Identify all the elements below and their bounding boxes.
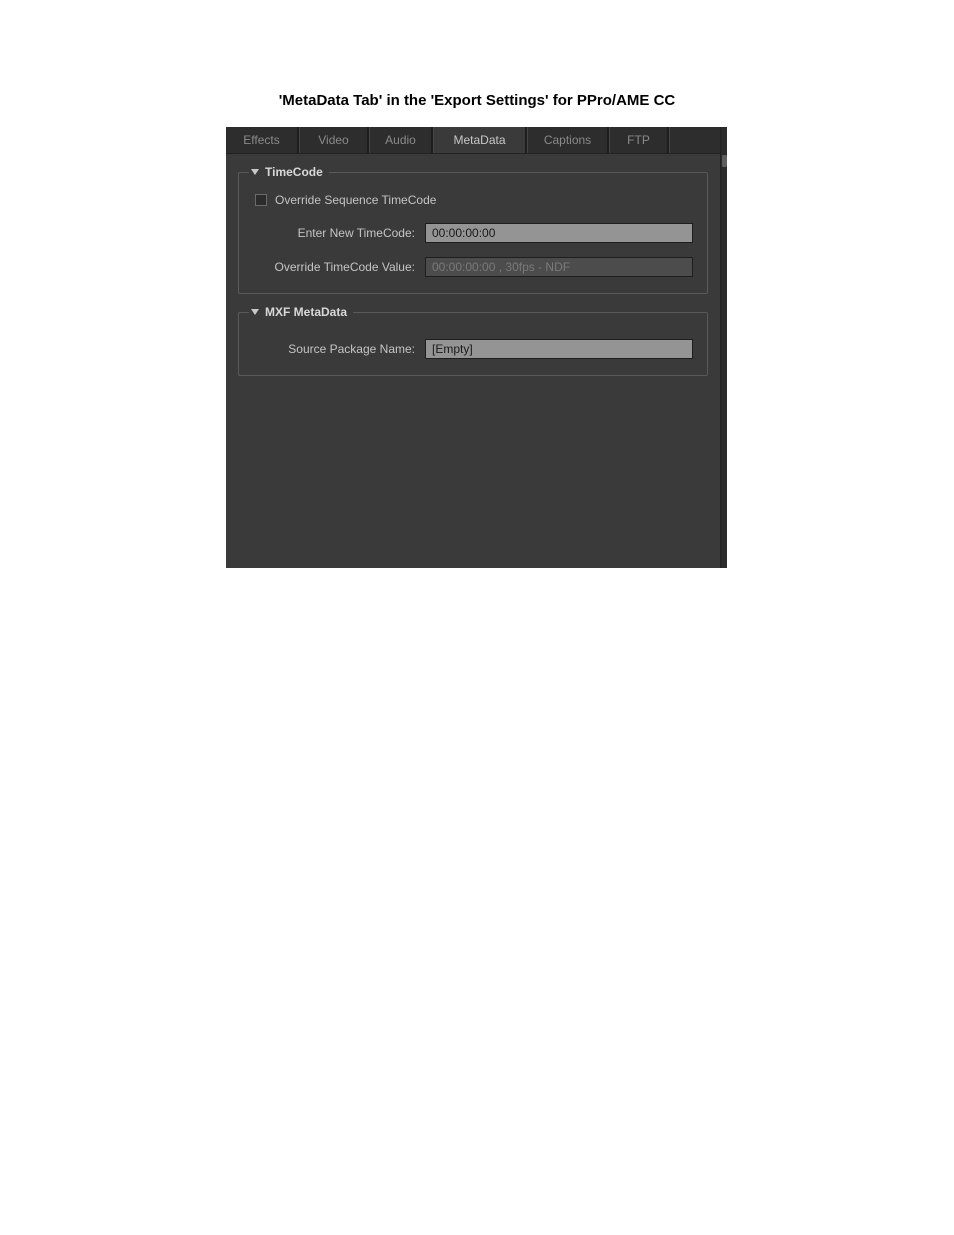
- tab-audio[interactable]: Audio: [370, 127, 432, 153]
- scrollbar-handle[interactable]: [722, 155, 727, 167]
- override-sequence-row: Override Sequence TimeCode: [255, 193, 693, 207]
- tab-metadata[interactable]: MetaData: [434, 127, 526, 153]
- panel-main: Effects Video Audio MetaData Captions FT…: [226, 127, 720, 568]
- source-package-label: Source Package Name:: [253, 342, 425, 356]
- mxf-legend-label: MXF MetaData: [265, 305, 347, 319]
- override-sequence-checkbox[interactable]: [255, 194, 267, 206]
- tab-bar: Effects Video Audio MetaData Captions FT…: [226, 127, 720, 154]
- tab-ftp[interactable]: FTP: [610, 127, 668, 153]
- panel-body: TimeCode Override Sequence TimeCode Ente…: [226, 154, 720, 568]
- source-package-input[interactable]: [425, 339, 693, 359]
- page-title: 'MetaData Tab' in the 'Export Settings' …: [0, 0, 954, 127]
- override-timecode-value-label: Override TimeCode Value:: [253, 260, 425, 274]
- tab-effects[interactable]: Effects: [226, 127, 298, 153]
- enter-new-timecode-label: Enter New TimeCode:: [253, 226, 425, 240]
- mxf-legend[interactable]: MXF MetaData: [249, 305, 353, 319]
- chevron-down-icon: [251, 309, 259, 315]
- export-settings-panel: Effects Video Audio MetaData Captions FT…: [226, 127, 727, 568]
- timecode-legend-label: TimeCode: [265, 165, 323, 179]
- override-sequence-label: Override Sequence TimeCode: [275, 193, 436, 207]
- tab-video[interactable]: Video: [300, 127, 368, 153]
- enter-new-timecode-input[interactable]: [425, 223, 693, 243]
- enter-new-timecode-row: Enter New TimeCode:: [253, 223, 693, 243]
- tab-captions[interactable]: Captions: [528, 127, 608, 153]
- override-timecode-value-input: [425, 257, 693, 277]
- source-package-row: Source Package Name:: [253, 339, 693, 359]
- chevron-down-icon: [251, 169, 259, 175]
- tab-spacer: [670, 127, 720, 153]
- override-timecode-value-row: Override TimeCode Value:: [253, 257, 693, 277]
- timecode-legend[interactable]: TimeCode: [249, 165, 329, 179]
- mxf-fieldset: MXF MetaData Source Package Name:: [238, 312, 708, 376]
- timecode-fieldset: TimeCode Override Sequence TimeCode Ente…: [238, 172, 708, 294]
- vertical-scrollbar[interactable]: [720, 127, 727, 568]
